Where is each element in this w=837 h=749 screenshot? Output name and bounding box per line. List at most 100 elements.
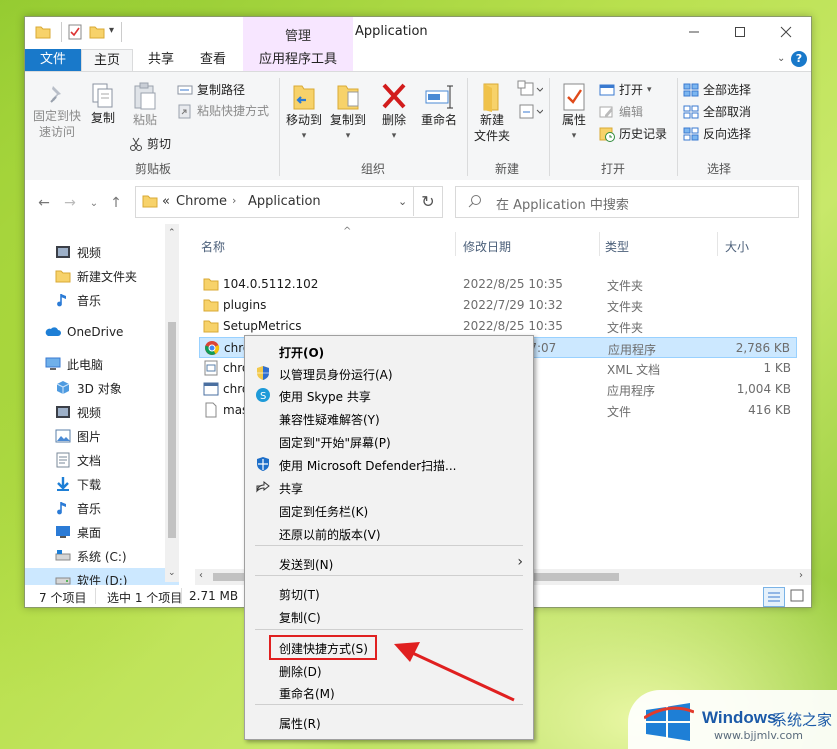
paste-shortcut-button[interactable]: 粘贴快捷方式	[177, 101, 269, 121]
context-menu-label: 兼容性疑难解答(Y)	[279, 413, 380, 427]
nav-item[interactable]: 桌面	[25, 520, 179, 544]
file-row[interactable]: 104.0.5112.102 2022/8/25 10:35 文件夹	[199, 274, 797, 295]
breadcrumb-separator-icon[interactable]: ›	[232, 194, 236, 207]
tab-share[interactable]: 共享	[135, 49, 187, 71]
close-button[interactable]	[763, 17, 809, 47]
file-row[interactable]: plugins 2022/7/29 10:32 文件夹	[199, 295, 797, 316]
context-menu-item[interactable]: 以管理员身份运行(A)	[245, 362, 533, 385]
context-menu-item[interactable]: 使用 Microsoft Defender扫描...	[245, 453, 533, 476]
scroll-left-icon[interactable]: ‹	[199, 570, 203, 581]
delete-button[interactable]: 删除 ▾	[377, 82, 411, 144]
context-menu-item[interactable]: 发送到(N) ›	[245, 552, 533, 575]
column-header-size[interactable]: 大小	[725, 238, 749, 255]
scroll-down-icon[interactable]: ⌄	[168, 568, 176, 578]
breadcrumb-overflow[interactable]: «	[162, 194, 170, 209]
select-all-button[interactable]: 全部选择	[683, 80, 751, 100]
search-placeholder: 在 Application 中搜索	[496, 198, 629, 213]
up-arrow-icon: ↑	[110, 195, 122, 211]
nav-item[interactable]: 视频	[25, 240, 179, 264]
new-folder-button[interactable]: 新建 文件夹	[471, 82, 513, 144]
nav-item-label: 视频	[77, 405, 102, 420]
maximize-button[interactable]	[717, 17, 763, 47]
customize-qat-icon[interactable]: ▾	[109, 25, 114, 36]
address-bar[interactable]: « Chrome › Application ⌄	[135, 186, 443, 218]
invert-selection-button[interactable]: 反向选择	[683, 124, 751, 144]
move-to-button[interactable]: 移动到 ▾	[283, 82, 325, 144]
history-button[interactable]: 历史记录	[599, 124, 667, 144]
nav-item[interactable]: 音乐	[25, 496, 179, 520]
pin-quick-access-button[interactable]: 固定到快 速访问	[31, 82, 83, 140]
nav-item[interactable]: 新建文件夹	[25, 264, 179, 288]
context-menu-item[interactable]: 共享	[245, 476, 533, 499]
new-item-button[interactable]	[517, 80, 543, 100]
nav-scroll-thumb[interactable]	[168, 322, 176, 538]
paste-button[interactable]: 粘贴	[127, 82, 163, 128]
cut-button[interactable]: 剪切	[129, 134, 171, 154]
nav-item[interactable]: 音乐	[25, 288, 179, 312]
context-menu-item[interactable]: 打开(O)	[245, 340, 533, 363]
context-menu-item[interactable]: 属性(R)	[245, 711, 533, 734]
details-view-button[interactable]	[763, 587, 785, 607]
back-button[interactable]: ←	[35, 194, 53, 212]
open-button[interactable]: 打开 ▾	[599, 80, 652, 100]
watermark: Windows 系统之家 www.bjjmlv.com	[628, 690, 837, 749]
selected-count: 选中 1 个项目	[107, 591, 183, 605]
properties-quick-icon[interactable]	[67, 24, 83, 40]
tab-file[interactable]: 文件	[25, 49, 81, 71]
context-menu-item[interactable]: 兼容性疑难解答(Y)	[245, 407, 533, 430]
nav-item[interactable]: 下载	[25, 472, 179, 496]
nav-item[interactable]: 文档	[25, 448, 179, 472]
search-box[interactable]: 在 Application 中搜索	[455, 186, 799, 218]
breadcrumb-application[interactable]: Application	[248, 194, 321, 209]
file-row[interactable]: SetupMetrics 2022/8/25 10:35 文件夹	[199, 316, 797, 337]
up-button[interactable]: ↑	[107, 194, 125, 212]
copy-button[interactable]: 复制	[85, 82, 121, 126]
context-menu-item[interactable]: 还原以前的版本(V)	[245, 522, 533, 545]
nav-item[interactable]: 此电脑	[25, 352, 179, 376]
refresh-button[interactable]: ↻	[413, 186, 442, 216]
breadcrumb-chrome[interactable]: Chrome	[176, 194, 227, 209]
paste-shortcut-label: 粘贴快捷方式	[197, 104, 270, 118]
scroll-up-icon[interactable]: ⌃	[168, 228, 176, 238]
nav-item[interactable]: 系统 (C:)	[25, 544, 179, 568]
select-none-button[interactable]: 全部取消	[683, 102, 751, 122]
rename-button[interactable]: 重命名	[419, 82, 459, 128]
edit-button[interactable]: 编辑	[599, 102, 643, 122]
context-menu-item[interactable]: 固定到"开始"屏幕(P)	[245, 430, 533, 453]
copy-to-button[interactable]: 复制到 ▾	[327, 82, 369, 144]
scroll-right-icon[interactable]: ›	[799, 570, 803, 581]
recent-locations-button[interactable]: ⌄	[85, 194, 103, 212]
minimize-button[interactable]	[671, 17, 717, 47]
file-type: 应用程序	[608, 343, 657, 357]
forward-button[interactable]: →	[61, 194, 79, 212]
new-item-icon	[517, 80, 543, 96]
context-menu-item[interactable]: 复制(C)	[245, 605, 533, 628]
paste-icon	[134, 82, 156, 110]
collapse-ribbon-icon[interactable]: ⌄	[777, 53, 785, 64]
tab-application-tools[interactable]: 应用程序工具	[243, 49, 353, 71]
column-header-name[interactable]: 名称	[201, 238, 225, 255]
large-icons-view-button[interactable]	[787, 587, 807, 605]
easy-access-button[interactable]	[517, 102, 543, 122]
annotation-highlight-box	[269, 635, 377, 660]
copy-path-button[interactable]: 复制路径	[177, 80, 245, 100]
file-name: 104.0.5112.102	[223, 277, 319, 291]
new-group-label: 新建	[494, 162, 519, 176]
open-label: 打开	[619, 83, 644, 97]
help-icon[interactable]: ?	[791, 51, 807, 67]
address-dropdown-icon[interactable]: ⌄	[398, 195, 407, 208]
properties-button[interactable]: 属性 ▾	[555, 82, 593, 144]
tab-home[interactable]: 主页	[81, 49, 133, 72]
column-header-type[interactable]: 类型	[605, 238, 629, 255]
context-menu-item[interactable]: 固定到任务栏(K)	[245, 499, 533, 522]
new-folder-quick-icon[interactable]	[89, 24, 105, 40]
nav-item[interactable]: 视频	[25, 400, 179, 424]
context-menu-item[interactable]: 剪切(T)	[245, 582, 533, 605]
column-header-date[interactable]: 修改日期	[463, 238, 511, 255]
context-menu-item[interactable]: S 使用 Skype 共享	[245, 384, 533, 407]
nav-item[interactable]: 3D 对象	[25, 376, 179, 400]
easy-access-icon	[519, 104, 543, 119]
nav-item[interactable]: 图片	[25, 424, 179, 448]
nav-item[interactable]: OneDrive	[25, 320, 179, 344]
tab-view[interactable]: 查看	[187, 49, 239, 71]
